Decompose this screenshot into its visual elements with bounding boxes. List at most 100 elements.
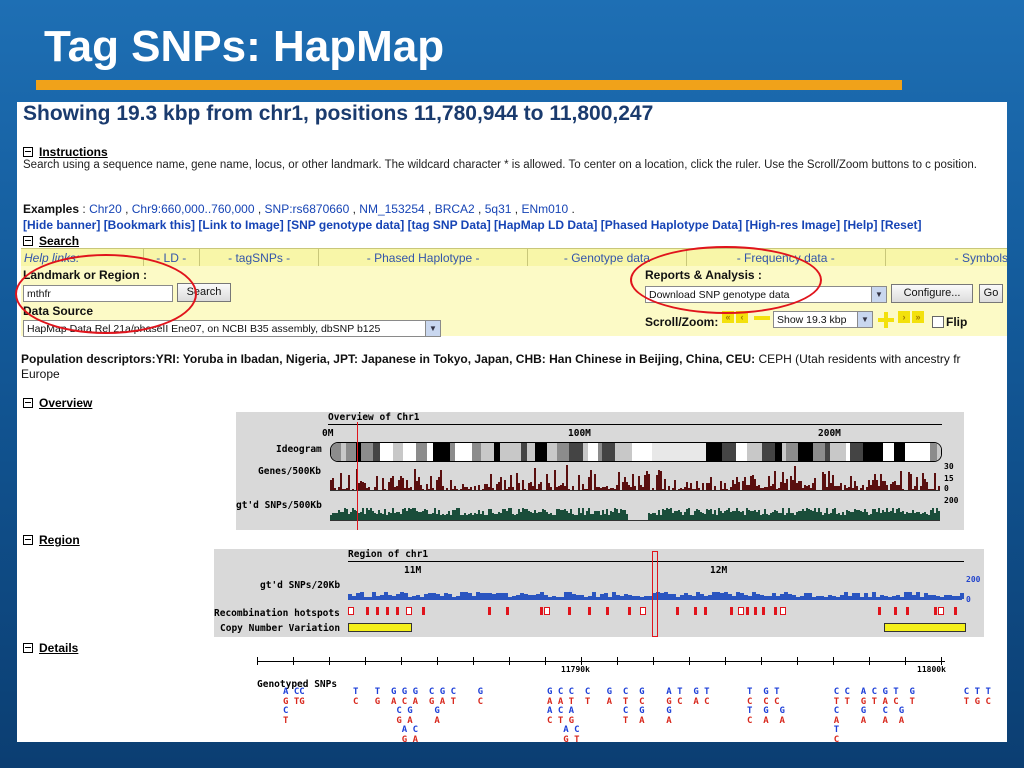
gene-bar xyxy=(478,485,480,490)
scroll-right-far-icon[interactable]: » xyxy=(912,311,924,323)
ideogram-band xyxy=(557,443,569,461)
gene-bar xyxy=(456,489,458,490)
region-panel[interactable]: Region of chr1 11M 12M gt'd SNPs/20Kb 20… xyxy=(214,549,984,637)
details-tick: 11800k xyxy=(917,665,946,674)
ideogram-band xyxy=(472,443,481,461)
snp-genotype-data-link[interactable]: [SNP genotype data] xyxy=(287,218,404,232)
gene-bar xyxy=(568,489,570,490)
gene-bar xyxy=(660,471,662,490)
zoom-select[interactable]: Show 19.3 kbp ▼ xyxy=(773,311,873,328)
details-toggle[interactable]: Details xyxy=(23,641,78,655)
gene-bar xyxy=(674,480,676,490)
flip-label: Flip xyxy=(946,315,968,329)
instructions-text: Search using a sequence name, gene name,… xyxy=(23,159,977,171)
ideogram-band xyxy=(683,443,690,461)
ideogram-band xyxy=(662,443,669,461)
overview-label: Overview xyxy=(39,396,93,410)
details-tick: 11790k xyxy=(561,665,590,674)
go-button[interactable]: Go xyxy=(979,284,1003,303)
hotspot-mark xyxy=(894,607,897,615)
scroll-right-icon[interactable]: › xyxy=(898,311,910,323)
hotspot-mark xyxy=(954,607,957,615)
ruler-tick xyxy=(761,657,762,665)
phased-haplotype-data-link[interactable]: [Phased Haplotype Data] xyxy=(601,218,742,232)
tagsnps-link[interactable]: - tagSNPs - xyxy=(200,249,320,266)
phased-haplotype-link[interactable]: - Phased Haplotype - xyxy=(319,249,528,266)
gene-bar xyxy=(702,483,704,490)
gene-bar xyxy=(432,488,434,490)
search-toggle[interactable]: Search xyxy=(23,234,79,248)
ideogram-band xyxy=(830,443,846,461)
collapse-icon xyxy=(23,236,33,246)
banner-links: [Hide banner] [Bookmark this] [Link to I… xyxy=(23,218,922,232)
ideogram-band xyxy=(361,443,373,461)
example-link[interactable]: BRCA2 xyxy=(435,202,475,216)
gene-bar xyxy=(934,473,936,490)
gene-bar xyxy=(910,474,912,490)
reset-link[interactable]: [Reset] xyxy=(881,218,922,232)
snps-histogram xyxy=(330,504,940,521)
snp-glyph: G C C C G C G A T G T A A T T A T C G C … xyxy=(547,687,710,742)
symbols-link[interactable]: - Symbols xyxy=(886,249,1007,266)
ruler-tick xyxy=(365,657,366,665)
gene-bar xyxy=(634,486,636,490)
track-label: Recombination hotspots xyxy=(214,608,340,619)
example-link[interactable]: Chr20 xyxy=(89,202,122,216)
gene-bar xyxy=(862,485,864,490)
cnv-bar xyxy=(348,623,412,632)
ideogram-band xyxy=(632,443,642,461)
gene-bar xyxy=(348,475,350,490)
hotspot-mark xyxy=(422,607,425,615)
gene-bar xyxy=(710,477,712,490)
example-link[interactable]: Chr9:660,000..760,000 xyxy=(132,202,255,216)
help-link[interactable]: [Help] xyxy=(843,218,877,232)
population-descriptors: Population descriptors:YRI: Yoruba in Ib… xyxy=(21,352,1007,382)
high-res-image-link[interactable]: [High-res Image] xyxy=(745,218,840,232)
tag-snp-data-link[interactable]: [tag SNP Data] xyxy=(408,218,491,232)
details-label: Details xyxy=(39,641,79,655)
ideogram-band xyxy=(416,443,427,461)
region-label: Region xyxy=(39,533,80,547)
ideogram-band xyxy=(346,443,356,461)
hotspot-mark xyxy=(730,607,733,615)
example-link[interactable]: ENm010 xyxy=(521,202,568,216)
gene-bar xyxy=(446,488,448,490)
snp-bar xyxy=(626,514,628,520)
gene-bar xyxy=(618,472,620,490)
gene-bar xyxy=(340,473,342,490)
example-link[interactable]: SNP:rs6870660 xyxy=(265,202,350,216)
example-link[interactable]: 5q31 xyxy=(485,202,512,216)
link-to-image-link[interactable]: [Link to Image] xyxy=(198,218,283,232)
ideogram-band xyxy=(762,443,775,461)
hotspot-mark xyxy=(348,607,354,615)
ruler-tick xyxy=(581,657,582,665)
overview-panel[interactable]: Overview of Chr1 0M 100M 200M Ideogram G… xyxy=(236,412,964,530)
gene-bar xyxy=(334,488,336,490)
gene-bar xyxy=(368,487,370,490)
gene-bar xyxy=(698,488,700,490)
track-label: Genes/500Kb xyxy=(258,466,321,477)
gene-bar xyxy=(566,465,568,490)
details-panel[interactable]: 11790k 11800k Genotyped SNPs A CC G TG C… xyxy=(257,655,991,742)
configure-button[interactable]: Configure... xyxy=(891,284,973,303)
overview-toggle[interactable]: Overview xyxy=(23,396,92,410)
chevron-down-icon: ▼ xyxy=(857,312,872,327)
hapmap-ld-data-link[interactable]: [HapMap LD Data] xyxy=(494,218,597,232)
example-link[interactable]: NM_153254 xyxy=(359,202,424,216)
ideogram-band xyxy=(455,443,472,461)
gene-bar xyxy=(840,483,842,490)
flip-checkbox[interactable] xyxy=(932,316,944,328)
zoom-out-icon[interactable] xyxy=(754,316,770,320)
hide-banner-link[interactable]: [Hide banner] xyxy=(23,218,100,232)
zoom-in-icon[interactable] xyxy=(878,312,894,328)
gene-bar xyxy=(814,478,816,490)
ideogram-band xyxy=(786,443,798,461)
hotspot-mark xyxy=(406,607,412,615)
region-toggle[interactable]: Region xyxy=(23,533,80,547)
hotspot-mark xyxy=(376,607,379,615)
gene-bar xyxy=(470,487,472,490)
bookmark-link[interactable]: [Bookmark this] xyxy=(104,218,195,232)
scale-label: 200 xyxy=(966,575,981,584)
collapse-icon xyxy=(23,535,33,545)
instructions-toggle[interactable]: Instructions xyxy=(23,145,108,159)
